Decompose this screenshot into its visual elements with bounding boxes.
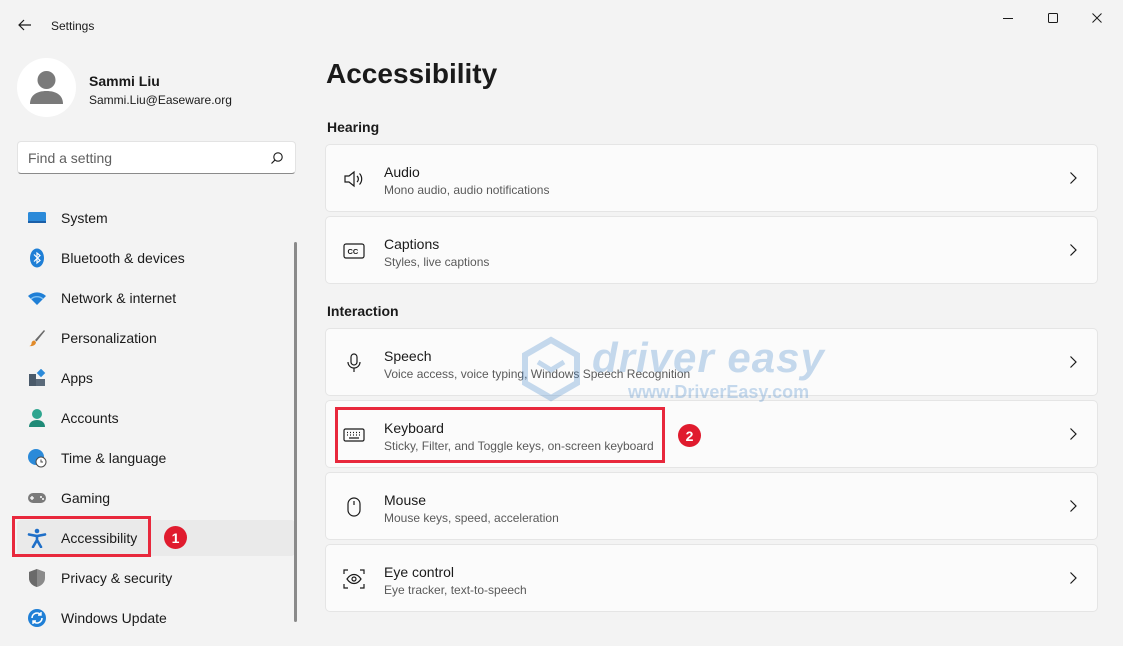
back-arrow-icon <box>18 19 31 31</box>
back-button[interactable] <box>12 12 38 38</box>
person-icon <box>26 408 48 428</box>
chevron-right-icon <box>1070 500 1077 512</box>
paintbrush-icon <box>26 328 48 348</box>
chevron-right-icon <box>1070 172 1077 184</box>
accessibility-icon <box>26 528 48 548</box>
sidebar-item-bluetooth[interactable]: Bluetooth & devices <box>17 240 295 276</box>
section-heading-hearing: Hearing <box>327 119 380 135</box>
chevron-right-icon <box>1070 356 1077 368</box>
sidebar-item-system[interactable]: System <box>17 200 295 236</box>
person-avatar-icon <box>30 71 63 104</box>
user-email: Sammi.Liu@Easeware.org <box>89 93 232 107</box>
mouse-icon <box>342 497 366 517</box>
sidebar-item-network[interactable]: Network & internet <box>17 280 295 316</box>
close-icon <box>1092 13 1102 23</box>
title-bar: Settings <box>0 0 1123 48</box>
svg-text:CC: CC <box>348 247 359 256</box>
apps-icon <box>26 368 48 388</box>
globe-clock-icon <box>26 448 48 468</box>
card-eye-control[interactable]: Eye control Eye tracker, text-to-speech <box>325 544 1098 612</box>
sidebar-item-time-language[interactable]: Time & language <box>17 440 295 476</box>
search-input[interactable] <box>28 150 258 166</box>
chevron-right-icon <box>1070 244 1077 256</box>
wifi-icon <box>26 288 48 308</box>
update-icon <box>26 608 48 628</box>
eye-control-icon <box>342 569 366 589</box>
search-box[interactable] <box>17 141 296 174</box>
sidebar-item-personalization[interactable]: Personalization <box>17 320 295 356</box>
chevron-right-icon <box>1070 572 1077 584</box>
card-speech[interactable]: Speech Voice access, voice typing, Windo… <box>325 328 1098 396</box>
card-captions[interactable]: CC Captions Styles, live captions <box>325 216 1098 284</box>
search-icon[interactable] <box>270 151 284 165</box>
user-profile[interactable]: Sammi Liu Sammi.Liu@Easeware.org <box>17 58 297 118</box>
microphone-icon <box>342 353 366 373</box>
step-badge-1: 1 <box>164 526 187 549</box>
maximize-icon <box>1048 13 1058 23</box>
close-button[interactable] <box>1075 4 1119 32</box>
closed-captions-icon: CC <box>342 241 366 261</box>
speaker-icon <box>342 169 366 189</box>
page-title: Accessibility <box>326 58 498 89</box>
minimize-icon <box>1003 18 1013 19</box>
sidebar-nav: System Bluetooth & devices Network & int… <box>17 200 295 640</box>
section-heading-interaction: Interaction <box>327 303 399 319</box>
sidebar-scrollbar[interactable] <box>294 242 297 622</box>
sidebar-item-windows-update[interactable]: Windows Update <box>17 600 295 636</box>
user-name: Sammi Liu <box>89 73 160 89</box>
shield-icon <box>26 568 48 588</box>
avatar <box>17 58 76 117</box>
sidebar-item-accessibility[interactable]: Accessibility <box>17 520 295 556</box>
card-audio[interactable]: Audio Mono audio, audio notifications <box>325 144 1098 212</box>
sidebar-item-apps[interactable]: Apps <box>17 360 295 396</box>
sidebar-item-privacy-security[interactable]: Privacy & security <box>17 560 295 596</box>
gamepad-icon <box>26 488 48 508</box>
monitor-icon <box>26 208 48 228</box>
card-mouse[interactable]: Mouse Mouse keys, speed, acceleration <box>325 472 1098 540</box>
step-badge-2: 2 <box>678 424 701 447</box>
sidebar-item-gaming[interactable]: Gaming <box>17 480 295 516</box>
app-title: Settings <box>51 19 95 33</box>
minimize-button[interactable] <box>986 4 1030 32</box>
chevron-right-icon <box>1070 428 1077 440</box>
sidebar-item-accounts[interactable]: Accounts <box>17 400 295 436</box>
card-keyboard[interactable]: Keyboard Sticky, Filter, and Toggle keys… <box>325 400 1098 468</box>
maximize-button[interactable] <box>1031 4 1075 32</box>
bluetooth-icon <box>26 248 48 268</box>
keyboard-icon <box>342 425 366 445</box>
